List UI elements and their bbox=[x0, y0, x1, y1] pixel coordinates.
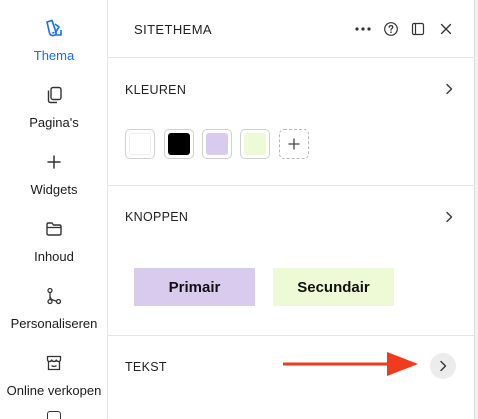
help-icon[interactable] bbox=[381, 19, 401, 39]
sidebar-item-widgets[interactable]: Widgets bbox=[0, 144, 108, 204]
left-sidebar: Thema Pagina's Widgets Inhoud Personalis… bbox=[0, 0, 108, 419]
chevron-right-icon bbox=[440, 360, 447, 372]
colors-section: KLEUREN bbox=[108, 58, 475, 186]
sidebar-item-online-verkopen[interactable]: Online verkopen bbox=[0, 345, 108, 405]
sidebar-item-label: Personaliseren bbox=[10, 316, 98, 331]
swatch-fill bbox=[129, 133, 151, 155]
panel-header: SITETHEMA bbox=[108, 0, 475, 58]
sidebar-item-label: Widgets bbox=[30, 182, 78, 197]
primary-sample-button[interactable]: Primair bbox=[134, 268, 255, 306]
text-section-title: TEKST bbox=[125, 360, 167, 374]
sidebar-item-thema[interactable]: Thema bbox=[0, 10, 108, 70]
chevron-right-icon[interactable] bbox=[441, 209, 457, 225]
sidebar-item-personaliseren[interactable]: Personaliseren bbox=[0, 278, 108, 338]
cut-off-icon bbox=[47, 411, 61, 419]
color-swatch-white[interactable] bbox=[125, 129, 155, 159]
swatch-fill bbox=[206, 133, 228, 155]
primary-button-label: Primair bbox=[168, 278, 221, 296]
branch-icon bbox=[44, 284, 64, 308]
store-icon bbox=[44, 351, 64, 375]
sidebar-item-label: Thema bbox=[33, 48, 75, 63]
sidebar-item-paginas[interactable]: Pagina's bbox=[0, 77, 108, 137]
sidebar-item-label: Online verkopen bbox=[6, 383, 102, 398]
pages-icon bbox=[44, 83, 64, 107]
sidebar-item-label: Pagina's bbox=[29, 115, 79, 130]
swatch-fill bbox=[244, 133, 266, 155]
sidebar-item-inhoud[interactable]: Inhoud bbox=[0, 211, 108, 271]
panel-title: SITETHEMA bbox=[134, 22, 212, 37]
red-arrow-annotation bbox=[283, 352, 418, 376]
text-section: TEKST bbox=[108, 336, 475, 419]
chevron-right-icon[interactable] bbox=[441, 81, 457, 97]
color-swatch-lavender[interactable] bbox=[202, 129, 232, 159]
close-icon[interactable] bbox=[436, 19, 456, 39]
secondary-sample-button[interactable]: Secundair bbox=[273, 268, 394, 306]
color-swatch-lime[interactable] bbox=[240, 129, 270, 159]
sidebar-item-more[interactable] bbox=[46, 411, 62, 419]
folder-icon bbox=[44, 217, 64, 241]
plus-icon bbox=[288, 138, 300, 150]
colors-section-title: KLEUREN bbox=[125, 83, 187, 97]
plus-icon bbox=[44, 150, 64, 174]
buttons-section: KNOPPEN bbox=[108, 186, 475, 336]
sidebar-item-label: Inhoud bbox=[34, 249, 74, 264]
swatch-fill bbox=[168, 133, 190, 155]
theme-icon bbox=[44, 16, 64, 40]
secondary-button-label: Secundair bbox=[297, 278, 370, 296]
text-section-expand-button[interactable] bbox=[430, 353, 456, 379]
color-swatch-black[interactable] bbox=[164, 129, 194, 159]
buttons-section-title: KNOPPEN bbox=[125, 210, 189, 224]
dock-icon[interactable] bbox=[408, 19, 428, 39]
add-color-button[interactable] bbox=[279, 129, 309, 159]
more-icon[interactable] bbox=[353, 19, 373, 39]
